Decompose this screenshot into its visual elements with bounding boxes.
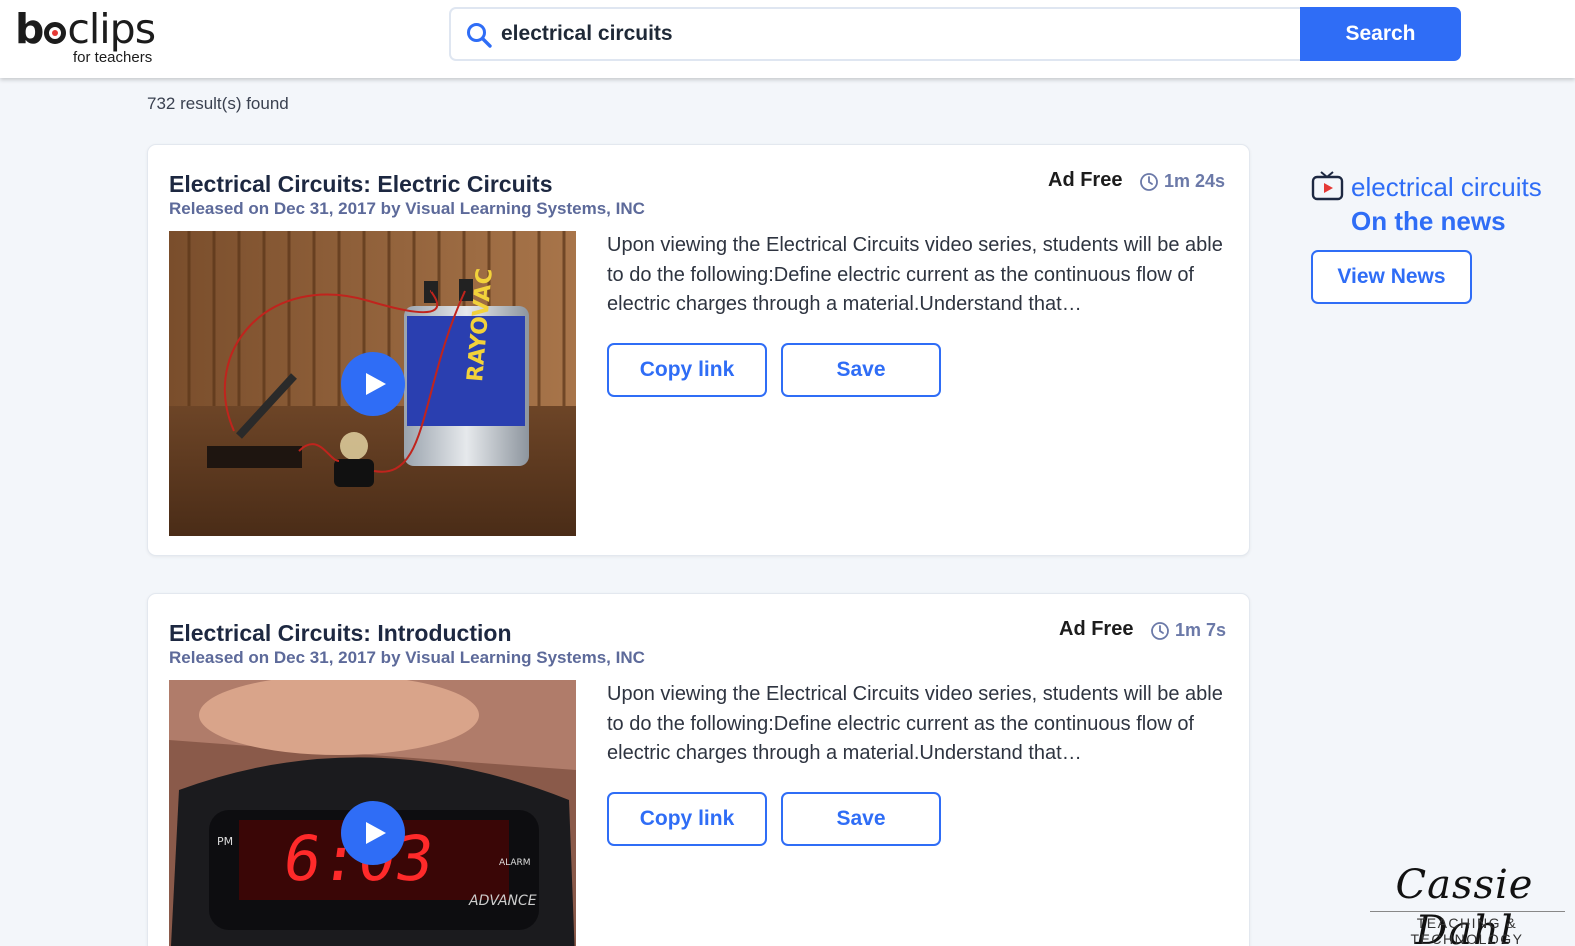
watermark: Cassie Dahl TEACHING & TECHNOLOGY (1362, 862, 1572, 946)
video-description: Upon viewing the Electrical Circuits vid… (607, 234, 1223, 315)
boclips-logo[interactable]: b clips for teachers (15, 6, 175, 68)
video-title[interactable]: Electrical Circuits: Electric Circuits (169, 171, 553, 198)
video-title[interactable]: Electrical Circuits: Introduction (169, 620, 512, 647)
watermark-divider (1370, 911, 1565, 912)
save-button[interactable]: Save (781, 343, 941, 397)
search-icon (467, 23, 492, 48)
search-button[interactable]: Search (1300, 7, 1461, 61)
copy-link-button[interactable]: Copy link (607, 792, 767, 846)
play-icon (366, 822, 386, 844)
duration-text: 1m 7s (1175, 620, 1227, 640)
clock-icon (1151, 621, 1169, 640)
logo-o-mark (44, 22, 67, 44)
news-subtitle: On the news (1351, 206, 1506, 236)
video-card: Electrical Circuits: Introduction Releas… (147, 593, 1250, 946)
video-description: Upon viewing the Electrical Circuits vid… (607, 683, 1223, 764)
ad-free-badge: Ad Free (1059, 618, 1134, 640)
video-card: Electrical Circuits: Electric Circuits R… (147, 144, 1250, 556)
video-duration: 1m 24s (1139, 171, 1225, 192)
news-topic: electrical circuits (1351, 172, 1542, 202)
tv-icon (1311, 171, 1344, 201)
logo-subtitle: for teachers (73, 49, 153, 66)
play-button[interactable] (341, 352, 405, 416)
logo-wordmark: b clips (15, 5, 156, 53)
copy-link-button[interactable]: Copy link (607, 343, 767, 397)
play-icon (366, 373, 386, 395)
search-bar: Search (449, 7, 1461, 61)
save-button[interactable]: Save (781, 792, 941, 846)
top-bar: bclips for teachers Search (0, 0, 1575, 78)
duration-text: 1m 24s (1164, 171, 1226, 191)
svg-text:ALARM: ALARM (499, 858, 531, 868)
svg-text:PM: PM (217, 835, 233, 848)
video-release-info: Released on Dec 31, 2017 by Visual Learn… (169, 199, 645, 218)
results-count: 732 result(s) found (147, 94, 289, 113)
ad-free-badge: Ad Free (1048, 169, 1123, 191)
watermark-tagline: TEACHING & TECHNOLOGY (1410, 915, 1524, 946)
video-thumbnail[interactable]: RAYOVAC (169, 231, 576, 536)
view-news-button[interactable]: View News (1311, 250, 1472, 304)
news-panel: electrical circuits On the news View New… (1311, 168, 1571, 308)
video-thumbnail[interactable]: 6:03 PM ALARM ADVANCE (169, 680, 576, 946)
play-button[interactable] (341, 801, 405, 865)
svg-text:ADVANCE: ADVANCE (468, 893, 537, 909)
clock-icon (1140, 172, 1158, 191)
search-input[interactable] (501, 19, 1291, 49)
video-release-info: Released on Dec 31, 2017 by Visual Learn… (169, 648, 645, 667)
video-duration: 1m 7s (1150, 620, 1226, 641)
